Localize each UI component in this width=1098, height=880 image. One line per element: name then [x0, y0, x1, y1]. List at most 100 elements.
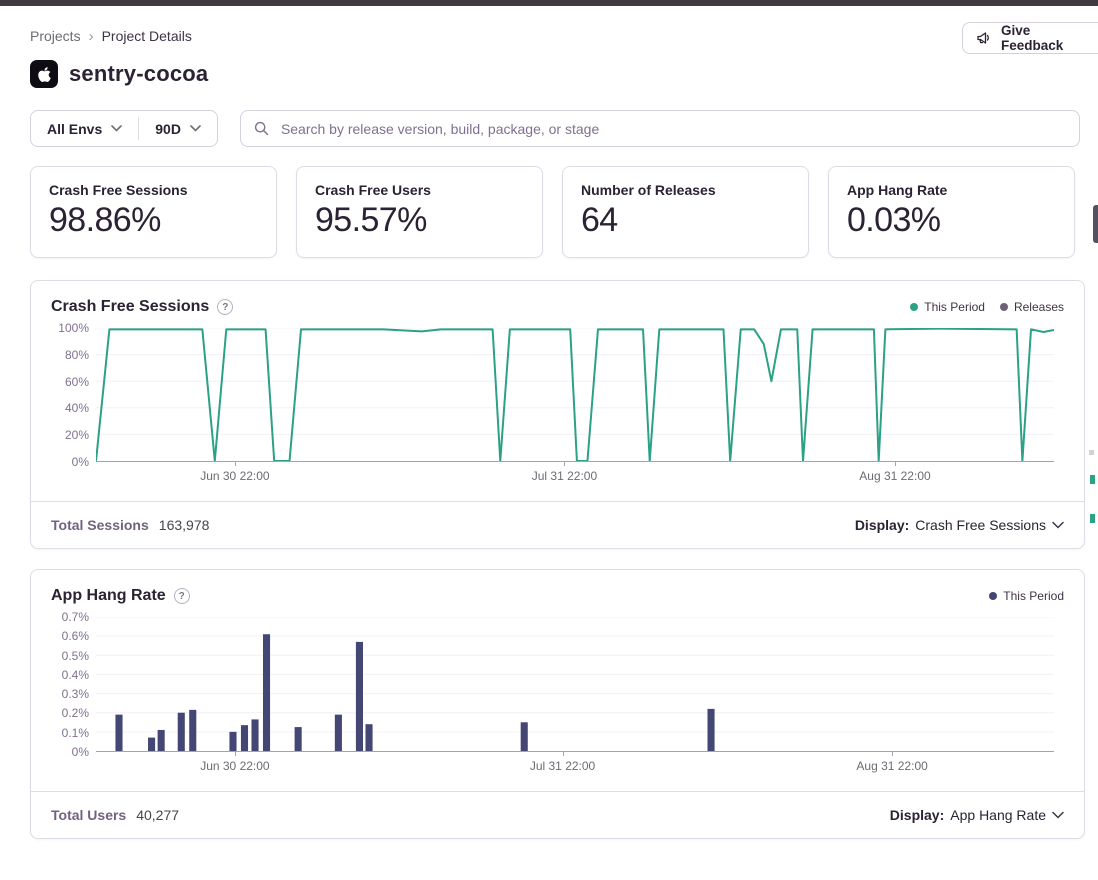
y-axis-tick-label: 0.2%	[62, 706, 89, 720]
total-label: Total Sessions	[51, 517, 149, 533]
x-axis-tick-label: Aug 31 22:00	[859, 469, 930, 483]
bar-series-bar	[295, 727, 302, 751]
page-header: Projects › Project Details Give Feedback	[0, 6, 1098, 52]
x-axis-labels: Jun 30 22:00Jul 31 22:00Aug 31 22:00	[96, 752, 1054, 779]
scrollbar-thumb[interactable]	[1093, 205, 1098, 243]
legend-dot-icon	[910, 303, 918, 311]
bar-series-bar	[365, 724, 372, 751]
legend-item[interactable]: This Period	[989, 589, 1064, 603]
legend-label: This Period	[924, 300, 985, 314]
stat-card-app-hang-rate: App Hang Rate 0.03%	[828, 166, 1075, 258]
y-axis-tick-label: 0.7%	[62, 610, 89, 624]
legend-item[interactable]: Releases	[1000, 300, 1064, 314]
bar-series-bar	[335, 715, 342, 751]
line-chart-canvas	[96, 328, 1054, 461]
breadcrumb-projects-link[interactable]: Projects	[30, 28, 81, 44]
this-period-line-series	[96, 329, 1054, 461]
chart-legend: This Period Releases	[910, 300, 1064, 314]
give-feedback-button[interactable]: Give Feedback	[962, 22, 1098, 54]
stat-value: 95.57%	[315, 201, 524, 240]
breadcrumb-current-page: Project Details	[102, 28, 192, 44]
bar-chart-canvas	[96, 617, 1054, 751]
legend-item[interactable]: This Period	[910, 300, 985, 314]
legend-label: Releases	[1014, 300, 1064, 314]
bar-chart-plot-area	[96, 617, 1054, 752]
stat-value: 98.86%	[49, 201, 258, 240]
date-range-selector-label: 90D	[155, 121, 181, 137]
chart-body: 100%80%60%40%20%0%	[31, 318, 1084, 462]
breadcrumb-chevron-icon: ›	[89, 29, 94, 44]
display-selector[interactable]: Display: App Hang Rate	[890, 807, 1064, 823]
chart-footer: Total Sessions 163,978 Display: Crash Fr…	[31, 501, 1084, 548]
env-date-picker: All Envs 90D	[30, 110, 218, 147]
bar-series-bar	[158, 730, 165, 751]
stat-card-crash-free-sessions: Crash Free Sessions 98.86%	[30, 166, 277, 258]
stat-card-crash-free-users: Crash Free Users 95.57%	[296, 166, 543, 258]
bar-series-bar	[115, 715, 122, 751]
stat-label: Crash Free Users	[315, 182, 524, 198]
help-icon[interactable]: ?	[217, 299, 233, 315]
y-axis-tick-label: 0%	[72, 745, 89, 759]
environment-selector[interactable]: All Envs	[31, 111, 138, 146]
bar-series-bar	[148, 738, 155, 751]
bar-series-bar	[178, 713, 185, 751]
chart-header: App Hang Rate ? This Period	[31, 570, 1084, 607]
bar-series-bar	[229, 732, 236, 751]
crash-free-sessions-panel: Crash Free Sessions ? This Period Release…	[30, 280, 1085, 549]
bar-series-bar	[521, 722, 528, 751]
chevron-down-icon	[1052, 811, 1064, 819]
display-selector[interactable]: Display: Crash Free Sessions	[855, 517, 1064, 533]
y-axis-tick-label: 40%	[65, 401, 89, 415]
chart-title: App Hang Rate	[51, 587, 166, 605]
total-value: 40,277	[136, 807, 179, 823]
y-axis-tick-label: 0.5%	[62, 649, 89, 663]
stat-value: 0.03%	[847, 201, 1056, 240]
legend-label: This Period	[1003, 589, 1064, 603]
y-axis-tick-label: 0%	[72, 455, 89, 469]
megaphone-icon	[976, 30, 993, 46]
date-range-selector[interactable]: 90D	[139, 111, 217, 146]
chart-legend: This Period	[989, 589, 1064, 603]
page-title: sentry-cocoa	[69, 61, 208, 87]
y-axis-tick-label: 0.3%	[62, 687, 89, 701]
y-axis-tick-label: 60%	[65, 375, 89, 389]
apple-platform-icon	[30, 60, 58, 88]
search-icon	[254, 121, 269, 136]
x-axis-tick-label: Jul 31 22:00	[532, 469, 597, 483]
stat-label: Number of Releases	[581, 182, 790, 198]
y-axis-tick-label: 80%	[65, 348, 89, 362]
chart-body: 0.7%0.6%0.5%0.4%0.3%0.2%0.1%0%	[31, 607, 1084, 752]
filter-bar: All Envs 90D	[0, 88, 1098, 147]
total-value: 163,978	[159, 517, 210, 533]
app-hang-rate-panel: App Hang Rate ? This Period 0.7% 0.6% 0.5%…	[30, 569, 1085, 839]
display-value: Crash Free Sessions	[915, 517, 1046, 533]
x-axis-tick-label: Jun 30 22:00	[200, 759, 269, 773]
x-axis-labels: Jun 30 22:00 Jul 31 22:00 Aug 31 22:00	[96, 462, 1054, 489]
display-label: Display:	[855, 517, 909, 533]
chevron-down-icon	[111, 125, 122, 132]
legend-dot-icon	[1000, 303, 1008, 311]
search-input[interactable]	[279, 120, 1066, 138]
bar-series-bar	[241, 725, 248, 751]
help-icon[interactable]: ?	[174, 588, 190, 604]
x-axis-tick-label: Jun 30 22:00	[200, 469, 269, 483]
total-label: Total Users	[51, 807, 126, 823]
release-search-box[interactable]	[240, 110, 1080, 147]
right-edge-cutoff-fragment	[1090, 514, 1095, 523]
y-axis-tick-label: 100%	[58, 321, 89, 335]
page-content: Projects › Project Details Give Feedback…	[0, 6, 1098, 839]
chart-title: Crash Free Sessions	[51, 298, 209, 316]
stat-value: 64	[581, 201, 790, 240]
bar-series-bar	[251, 719, 258, 751]
y-axis-tick-label: 0.6%	[62, 629, 89, 643]
display-value: App Hang Rate	[950, 807, 1046, 823]
chart-footer: Total Users 40,277 Display: App Hang Rat…	[31, 791, 1084, 838]
stat-card-number-of-releases: Number of Releases 64	[562, 166, 809, 258]
line-chart-plot-area	[96, 328, 1054, 462]
give-feedback-label: Give Feedback	[1001, 23, 1096, 53]
display-label: Display:	[890, 807, 944, 823]
y-axis-tick-label: 20%	[65, 428, 89, 442]
stats-row: Crash Free Sessions 98.86% Crash Free Us…	[0, 147, 1098, 258]
environment-selector-label: All Envs	[47, 121, 102, 137]
chart-header: Crash Free Sessions ? This Period Release…	[31, 281, 1084, 318]
